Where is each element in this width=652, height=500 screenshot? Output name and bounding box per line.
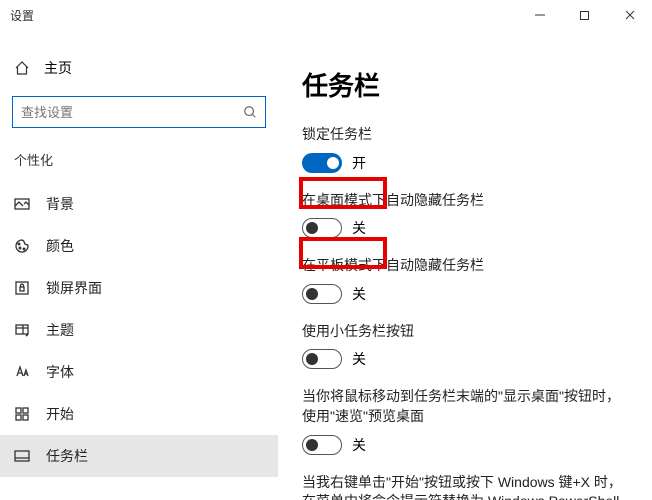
setting-peek: 当你将鼠标移动到任务栏末端的"显示桌面"按钮时，使用"速览"预览桌面 关 xyxy=(302,387,628,454)
picture-icon xyxy=(14,196,30,212)
themes-icon xyxy=(14,322,30,338)
search-input[interactable] xyxy=(12,96,266,128)
start-icon xyxy=(14,406,30,422)
nav-home[interactable]: 主页 xyxy=(0,58,278,96)
toggle-lock-taskbar[interactable] xyxy=(302,153,342,173)
toggle-state: 开 xyxy=(352,153,366,173)
palette-icon xyxy=(14,238,30,254)
setting-label: 使用小任务栏按钮 xyxy=(302,322,628,342)
nav-label: 字体 xyxy=(46,362,74,382)
nav-item-themes[interactable]: 主题 xyxy=(0,309,278,351)
nav-item-lockscreen[interactable]: 锁屏界面 xyxy=(0,267,278,309)
nav-home-label: 主页 xyxy=(44,58,72,78)
titlebar: 设置 xyxy=(0,0,652,30)
toggle-state: 关 xyxy=(352,284,366,304)
nav-label: 开始 xyxy=(46,404,74,424)
page-title: 任务栏 xyxy=(302,66,628,103)
setting-label: 当我右键单击"开始"按钮或按下 Windows 键+X 时，在菜单中将命令提示符… xyxy=(302,473,628,500)
nav-label: 背景 xyxy=(46,194,74,214)
toggle-state: 关 xyxy=(352,349,366,369)
toggle-autohide-desktop[interactable] xyxy=(302,218,342,238)
toggle-autohide-tablet[interactable] xyxy=(302,284,342,304)
lockscreen-icon xyxy=(14,280,30,296)
nav-item-colors[interactable]: 颜色 xyxy=(0,225,278,267)
setting-label: 锁定任务栏 xyxy=(302,125,628,145)
sidebar: 主页 个性化 背景 颜色 锁屏界面 主题 xyxy=(0,30,278,500)
nav-label: 颜色 xyxy=(46,236,74,256)
toggle-peek[interactable] xyxy=(302,435,342,455)
nav-label: 任务栏 xyxy=(46,446,88,466)
minimize-button[interactable] xyxy=(517,0,562,30)
nav-label: 主题 xyxy=(46,320,74,340)
fonts-icon xyxy=(14,364,30,380)
setting-lock-taskbar: 锁定任务栏 开 xyxy=(302,125,628,173)
setting-powershell: 当我右键单击"开始"按钮或按下 Windows 键+X 时，在菜单中将命令提示符… xyxy=(302,473,628,500)
home-icon xyxy=(14,60,30,76)
nav-item-background[interactable]: 背景 xyxy=(0,183,278,225)
setting-label: 在平板模式下自动隐藏任务栏 xyxy=(302,256,628,276)
search-icon xyxy=(243,105,257,119)
setting-autohide-tablet: 在平板模式下自动隐藏任务栏 关 xyxy=(302,256,628,304)
setting-autohide-desktop: 在桌面模式下自动隐藏任务栏 关 xyxy=(302,191,628,239)
close-button[interactable] xyxy=(607,0,652,30)
taskbar-icon xyxy=(14,448,30,464)
setting-small-buttons: 使用小任务栏按钮 关 xyxy=(302,322,628,370)
search-field[interactable] xyxy=(21,105,243,120)
nav-item-fonts[interactable]: 字体 xyxy=(0,351,278,393)
setting-label: 当你将鼠标移动到任务栏末端的"显示桌面"按钮时，使用"速览"预览桌面 xyxy=(302,387,628,426)
nav-item-start[interactable]: 开始 xyxy=(0,393,278,435)
toggle-state: 关 xyxy=(352,435,366,455)
nav-list: 背景 颜色 锁屏界面 主题 字体 开始 xyxy=(0,183,278,477)
setting-label: 在桌面模式下自动隐藏任务栏 xyxy=(302,191,628,211)
toggle-small-buttons[interactable] xyxy=(302,349,342,369)
nav-item-taskbar[interactable]: 任务栏 xyxy=(0,435,278,477)
nav-label: 锁屏界面 xyxy=(46,278,102,298)
maximize-button[interactable] xyxy=(562,0,607,30)
content-pane: 任务栏 锁定任务栏 开 在桌面模式下自动隐藏任务栏 关 在平板模式下自动隐藏任务… xyxy=(278,30,652,500)
app-name: 设置 xyxy=(10,7,34,24)
section-header: 个性化 xyxy=(0,150,278,183)
toggle-state: 关 xyxy=(352,218,366,238)
